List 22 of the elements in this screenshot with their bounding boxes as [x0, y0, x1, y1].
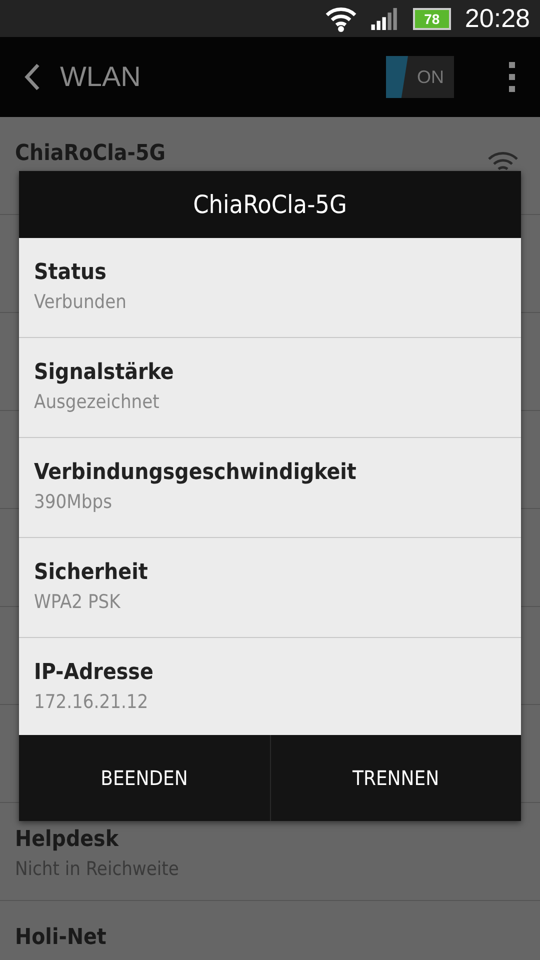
field-value: Ausgezeichnet [34, 391, 160, 413]
more-icon[interactable] [508, 62, 516, 92]
field-label: Verbindungsgeschwindigkeit [34, 460, 358, 485]
wifi-icon [324, 4, 357, 32]
field-value: 172.16.21.12 [34, 691, 150, 713]
network-name: ChiaRoCla-5G [15, 141, 166, 166]
field-label: Sicherheit [34, 560, 149, 585]
network-item[interactable]: Holi-Net [0, 901, 540, 960]
field-value: WPA2 PSK [34, 591, 122, 613]
back-icon[interactable] [24, 63, 40, 91]
screen-title: WLAN [60, 61, 142, 93]
clock: 20:28 [464, 3, 530, 34]
field-label: Status [34, 260, 108, 285]
wlan-toggle[interactable]: ON [386, 56, 454, 98]
network-name: Helpdesk [15, 827, 118, 852]
signal-icon [370, 8, 399, 30]
field-value: Verbunden [34, 291, 128, 313]
field-label: Signalstärke [34, 360, 175, 385]
field-label: IP-Adresse [34, 660, 154, 685]
battery-level: 78 [424, 10, 440, 26]
network-name: Holi-Net [15, 925, 106, 950]
field-value: 390Mbps [34, 491, 113, 513]
